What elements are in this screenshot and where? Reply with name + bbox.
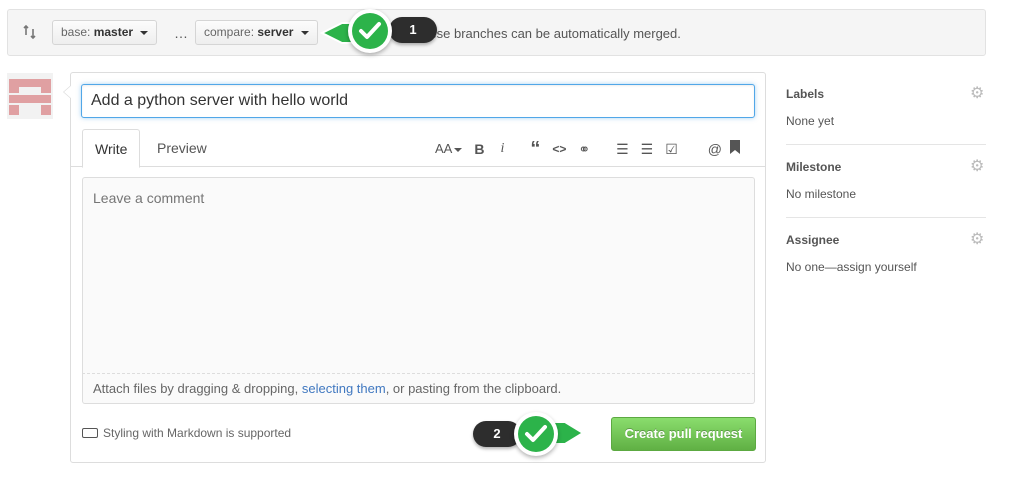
select-files-link[interactable]: selecting them	[302, 381, 386, 396]
gear-icon[interactable]: ⚙	[970, 232, 986, 248]
gear-icon[interactable]: ⚙	[970, 86, 986, 102]
base-prefix: base:	[61, 25, 91, 39]
quote-icon[interactable]: “	[530, 139, 540, 159]
markdown-icon	[82, 428, 98, 438]
pull-request-form: Write Preview AA B i “ <> ⚭ ☰ ☰ ☑ @ Atta…	[63, 72, 766, 463]
compare-prefix: compare:	[204, 25, 255, 39]
gear-icon[interactable]: ⚙	[970, 159, 986, 175]
milestone-heading: Milestone	[786, 160, 842, 174]
pr-title-input[interactable]	[81, 84, 755, 118]
create-pull-request-button[interactable]: Create pull request	[611, 417, 756, 451]
assignee-value[interactable]: No one—assign yourself	[786, 260, 917, 274]
chevron-down-icon	[300, 30, 309, 35]
merge-message: These branches can be automatically merg…	[414, 26, 681, 41]
markdown-note-text: Styling with Markdown is supported	[103, 426, 292, 440]
header-glyph: AA	[435, 141, 453, 156]
code-icon[interactable]: <>	[552, 139, 566, 159]
labels-value: None yet	[786, 114, 835, 128]
pr-sidebar: Labels ⚙ None yet Milestone ⚙ No milesto…	[786, 72, 986, 291]
link-icon[interactable]: ⚭	[578, 139, 590, 159]
attach-text: Attach files by dragging & dropping,	[93, 381, 302, 396]
compare-range-bar: base: master … compare: server e. These …	[7, 9, 986, 56]
chevron-down-icon	[140, 30, 149, 35]
italic-icon[interactable]: i	[500, 139, 504, 159]
attach-text-end: , or pasting from the clipboard.	[385, 381, 562, 396]
compare-branch-name: server	[257, 25, 294, 39]
markdown-toolbar: AA B i “ <> ⚭ ☰ ☰ ☑ @	[435, 139, 741, 159]
labels-section: Labels ⚙ None yet	[786, 72, 986, 145]
unordered-list-icon[interactable]: ☰	[616, 139, 629, 159]
merge-status: e. These branches can be automatically m…	[400, 26, 681, 41]
compare-icon[interactable]	[22, 24, 38, 40]
chevron-down-icon	[454, 147, 463, 152]
ordered-list-icon[interactable]: ☰	[641, 139, 654, 159]
assignee-heading: Assignee	[786, 233, 840, 247]
compare-branch-selector[interactable]: compare: server	[195, 20, 318, 45]
tab-write[interactable]: Write	[82, 129, 141, 168]
bookmark-icon[interactable]	[730, 139, 741, 159]
attach-files-area[interactable]: Attach files by dragging & dropping, sel…	[82, 373, 755, 404]
comment-textarea[interactable]	[82, 177, 755, 401]
mention-icon[interactable]: @	[708, 139, 722, 159]
range-separator: …	[174, 25, 188, 41]
markdown-note[interactable]: Styling with Markdown is supported	[82, 426, 291, 440]
assignee-section: Assignee ⚙ No one—assign yourself	[786, 218, 986, 291]
base-branch-selector[interactable]: base: master	[52, 20, 158, 45]
callout-step-1: 1	[389, 17, 437, 43]
milestone-value: No milestone	[786, 187, 857, 201]
avatar[interactable]	[7, 73, 53, 119]
check-icon	[348, 9, 392, 53]
tab-preview[interactable]: Preview	[145, 129, 219, 167]
base-branch-name: master	[93, 25, 134, 39]
milestone-section: Milestone ⚙ No milestone	[786, 145, 986, 218]
task-list-icon[interactable]: ☑	[665, 139, 678, 159]
bold-icon[interactable]: B	[474, 139, 484, 159]
labels-heading: Labels	[786, 87, 825, 101]
check-icon	[514, 412, 558, 456]
header-icon[interactable]: AA	[435, 139, 463, 159]
